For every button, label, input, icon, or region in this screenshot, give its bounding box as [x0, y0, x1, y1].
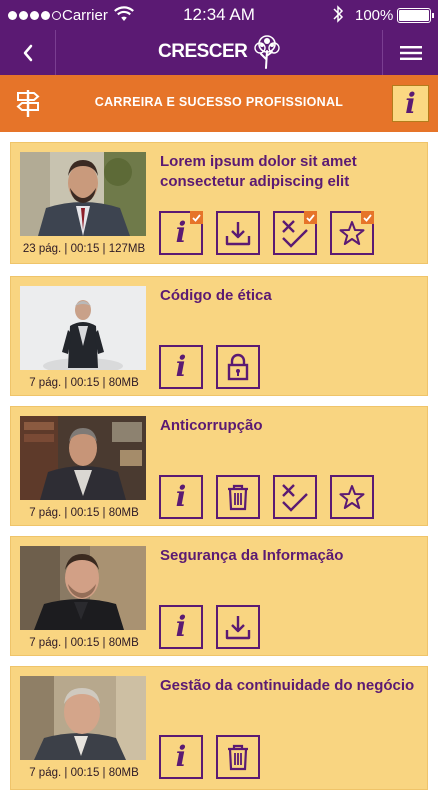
video-thumbnail[interactable]: [20, 416, 146, 500]
logo-text: CRESCER: [158, 41, 248, 62]
course-title[interactable]: Segurança da Informação: [160, 546, 420, 566]
course-title[interactable]: Anticorrupção: [160, 416, 420, 436]
checkmark-badge-icon: [361, 211, 374, 224]
course-meta: 7 pág. | 00:15 | 80MB: [29, 637, 139, 649]
course-meta: 7 pág. | 00:15 | 80MB: [29, 767, 139, 779]
course-meta: 7 pág. | 00:15 | 80MB: [29, 507, 139, 519]
course-actions: i: [159, 735, 260, 779]
back-button[interactable]: [0, 30, 56, 75]
video-thumbnail[interactable]: [20, 546, 146, 630]
course-actions: i: [159, 211, 374, 255]
tree-logo-icon: [254, 35, 281, 69]
course-card[interactable]: 7 pág. | 00:15 | 80MB Segurança da Infor…: [10, 536, 428, 656]
course-card[interactable]: 7 pág. | 00:15 | 80MB Código de ética i: [10, 276, 428, 396]
locked-button[interactable]: [216, 345, 260, 389]
menu-button[interactable]: [382, 30, 438, 75]
download-icon: [225, 616, 251, 640]
info-icon: i: [175, 740, 187, 773]
hamburger-menu-icon: [399, 45, 422, 60]
checkmark-badge-icon: [190, 211, 203, 224]
course-meta: 7 pág. | 00:15 | 80MB: [29, 377, 139, 389]
info-button[interactable]: i: [159, 735, 203, 779]
checkmark-badge-icon: [304, 211, 317, 224]
trash-icon: [228, 484, 248, 511]
status-bar: Carrier 12:34 AM 100%: [0, 0, 438, 30]
star-icon: [339, 485, 365, 509]
video-thumbnail[interactable]: [20, 286, 146, 370]
course-title[interactable]: Código de ética: [160, 286, 420, 306]
download-button[interactable]: [216, 211, 260, 255]
quiz-button[interactable]: [273, 211, 317, 255]
favorite-button[interactable]: [330, 475, 374, 519]
course-title[interactable]: Gestão da continuidade do negócio: [160, 676, 420, 696]
course-card[interactable]: 23 pág. | 00:15 | 127MB Lorem ipsum dolo…: [10, 142, 428, 264]
favorite-button[interactable]: [330, 211, 374, 255]
course-list[interactable]: 23 pág. | 00:15 | 127MB Lorem ipsum dolo…: [0, 132, 438, 800]
info-button[interactable]: i: [159, 345, 203, 389]
course-title[interactable]: Lorem ipsum dolor sit amet consectetur a…: [160, 152, 420, 192]
info-icon: i: [175, 610, 187, 643]
course-actions: i: [159, 475, 374, 519]
category-header: CARREIRA E SUCESSO PROFISSIONAL i: [0, 75, 438, 132]
lock-icon: [227, 353, 249, 381]
download-icon: [225, 222, 251, 246]
category-info-button[interactable]: i: [392, 85, 429, 122]
info-icon: i: [175, 480, 187, 513]
info-button[interactable]: i: [159, 475, 203, 519]
course-meta: 23 pág. | 00:15 | 127MB: [22, 243, 146, 255]
delete-button[interactable]: [216, 475, 260, 519]
course-card[interactable]: 7 pág. | 00:15 | 80MB Anticorrupção i: [10, 406, 428, 526]
info-icon: i: [175, 350, 187, 383]
video-thumbnail[interactable]: [20, 676, 146, 760]
info-button[interactable]: i: [159, 211, 203, 255]
delete-button[interactable]: [216, 735, 260, 779]
course-actions: i: [159, 345, 260, 389]
app-header: CRESCER: [0, 30, 438, 75]
quiz-button[interactable]: [273, 475, 317, 519]
battery-percent: 100%: [355, 7, 394, 24]
info-button[interactable]: i: [159, 605, 203, 649]
video-thumbnail[interactable]: [20, 152, 146, 236]
category-title: CARREIRA E SUCESSO PROFISSIONAL: [94, 95, 344, 109]
quiz-icon: [282, 484, 308, 512]
info-icon: i: [175, 216, 187, 249]
chevron-left-icon: [23, 44, 32, 61]
app-logo: CRESCER: [158, 34, 283, 70]
battery-icon: [397, 8, 434, 23]
download-button[interactable]: [216, 605, 260, 649]
course-card[interactable]: 7 pág. | 00:15 | 80MB Gestão da continui…: [10, 666, 428, 790]
info-icon: i: [405, 86, 416, 120]
bluetooth-icon: [333, 5, 344, 23]
trash-icon: [228, 744, 248, 771]
course-actions: i: [159, 605, 260, 649]
